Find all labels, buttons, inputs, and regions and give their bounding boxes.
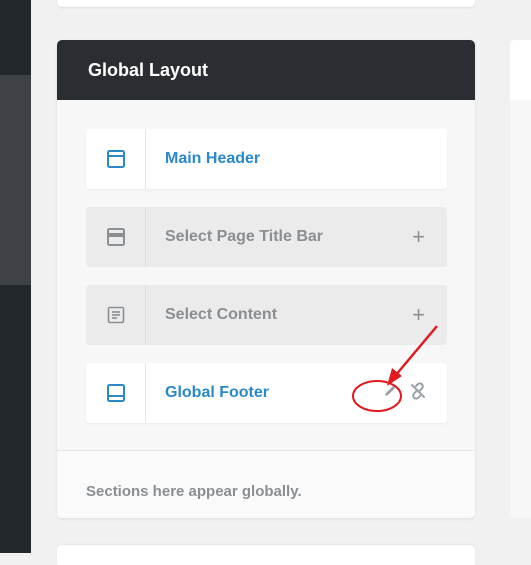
annotation-overlay bbox=[352, 325, 438, 412]
annotation-arrow-line bbox=[394, 325, 438, 377]
annotation-circle bbox=[352, 380, 402, 412]
